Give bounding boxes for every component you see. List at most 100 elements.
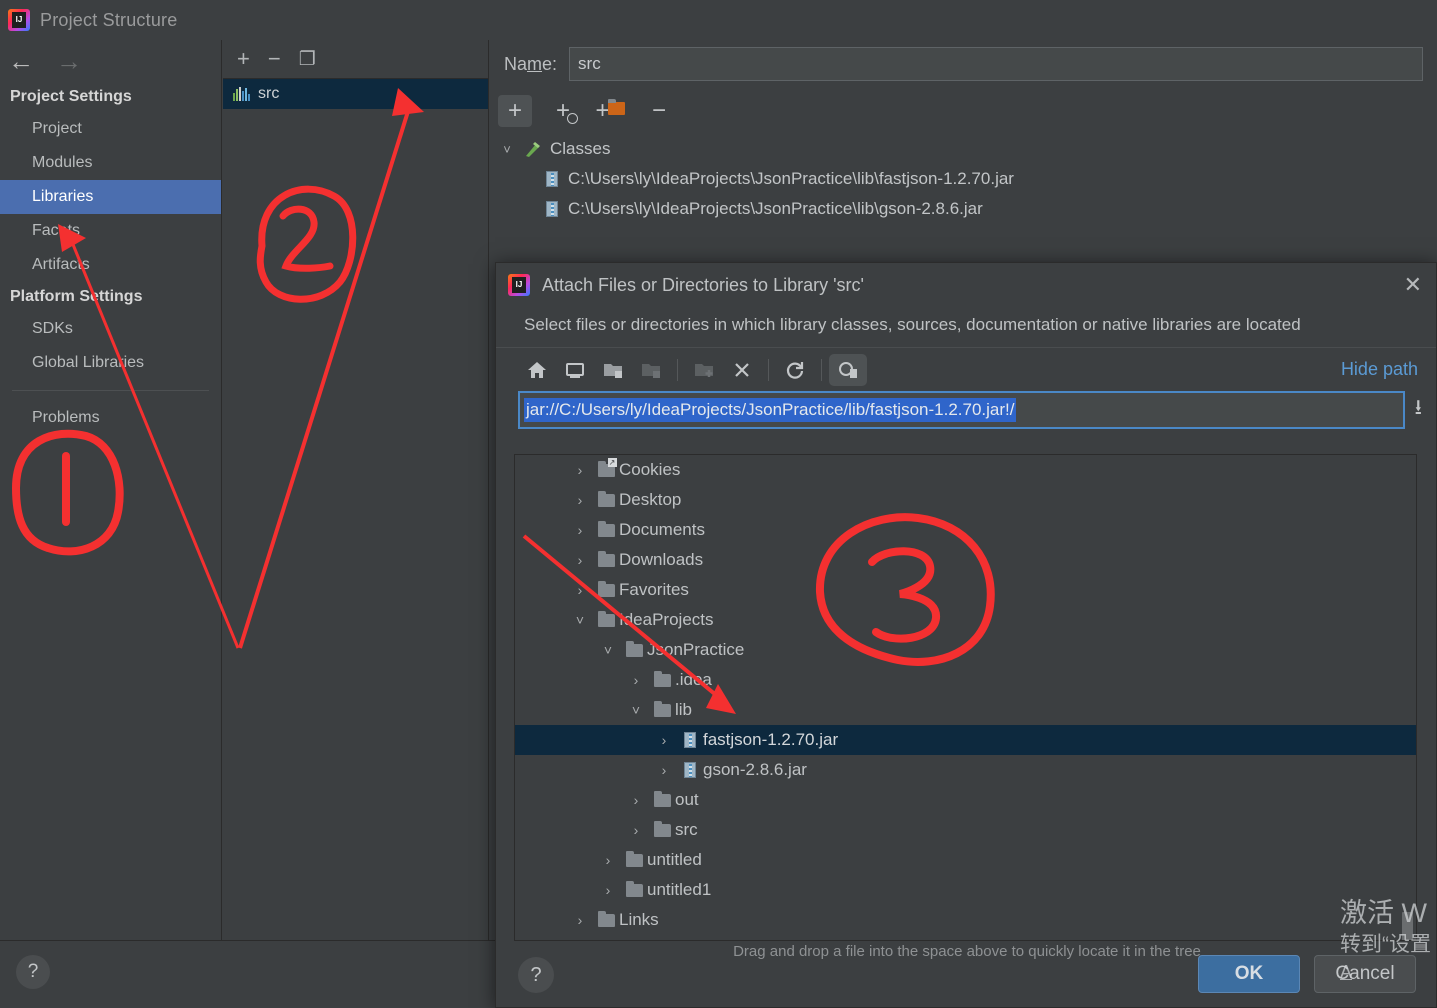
tree-row-label: IdeaProjects	[619, 610, 714, 629]
tree-row[interactable]: › Links	[515, 905, 1416, 935]
tree-row[interactable]: › Downloads	[515, 545, 1416, 575]
help-button[interactable]: ?	[16, 955, 50, 989]
ok-button[interactable]: OK	[1198, 955, 1300, 993]
tree-row[interactable]: › ↗ Cookies	[515, 455, 1416, 485]
sidebar-item-artifacts[interactable]: Artifacts	[0, 248, 221, 282]
project-settings-group-title: Project Settings	[10, 88, 132, 105]
delete-icon[interactable]	[723, 354, 761, 386]
chevron-right-icon[interactable]: ›	[567, 522, 593, 538]
sidebar-item-global-libraries[interactable]: Global Libraries	[0, 346, 221, 380]
tree-row-label: fastjson-1.2.70.jar	[703, 730, 839, 749]
libraries-toolbar: + − ❐	[223, 40, 488, 78]
chevron-right-icon[interactable]: ›	[595, 852, 621, 868]
libraries-list: src	[223, 78, 488, 109]
sidebar-item-modules[interactable]: Modules	[0, 146, 221, 180]
tree-row[interactable]: › Documents	[515, 515, 1416, 545]
page-title: Project Structure	[40, 9, 178, 30]
remove-entry-button[interactable]: −	[642, 95, 676, 127]
tree-row-label: out	[675, 790, 699, 809]
tree-row[interactable]: › untitled	[515, 845, 1416, 875]
chevron-right-icon[interactable]: ›	[651, 732, 677, 748]
list-item[interactable]: src	[223, 79, 488, 109]
chevron-right-icon[interactable]: ›	[623, 822, 649, 838]
chevron-down-icon[interactable]: ˅	[623, 702, 649, 718]
library-name-input[interactable]: src	[569, 47, 1423, 81]
tree-row-label: untitled1	[647, 880, 712, 899]
project-structure-titlebar: Project Structure	[0, 0, 1437, 40]
sidebar-item-facets[interactable]: Facets	[0, 214, 221, 248]
project-folder-icon[interactable]	[594, 354, 632, 386]
path-input-value: jar://C:/Users/ly/IdeaProjects/JsonPract…	[524, 398, 1017, 422]
file-tree[interactable]: › ↗ Cookies › Desktop › Documents › Down…	[514, 454, 1417, 941]
chevron-right-icon[interactable]: ›	[595, 882, 621, 898]
tree-scrollbar[interactable]	[1402, 912, 1413, 940]
chevron-right-icon[interactable]: ›	[567, 462, 593, 478]
tree-row[interactable]: › out	[515, 785, 1416, 815]
refresh-icon[interactable]	[776, 354, 814, 386]
chevron-down-icon[interactable]: ˅	[500, 142, 514, 157]
folder-shortcut-icon: ↗	[593, 457, 619, 477]
tree-row[interactable]: › src	[515, 815, 1416, 845]
tree-row[interactable]: › gson-2.8.6.jar	[515, 755, 1416, 785]
chevron-down-icon[interactable]: ˅	[567, 612, 593, 628]
folder-icon	[593, 520, 619, 537]
remove-library-button[interactable]: −	[268, 48, 281, 70]
sidebar-item-sdks[interactable]: SDKs	[0, 312, 221, 346]
folder-icon	[621, 640, 647, 657]
home-icon[interactable]	[518, 354, 556, 386]
help-button[interactable]: ?	[518, 957, 554, 993]
chevron-right-icon[interactable]: ›	[567, 492, 593, 508]
tree-row[interactable]: ˅ IdeaProjects	[515, 605, 1416, 635]
folder-badge-icon	[607, 98, 625, 115]
arrow-right-icon[interactable]: →	[56, 48, 82, 74]
add-sources-button[interactable]: +	[546, 95, 580, 127]
class-path-row[interactable]: C:\Users\ly\IdeaProjects\JsonPractice\li…	[490, 194, 1437, 224]
chevron-right-icon[interactable]: ›	[623, 792, 649, 808]
tree-row[interactable]: ˅ lib	[515, 695, 1416, 725]
tree-row[interactable]: › untitled1	[515, 875, 1416, 905]
platform-settings-group-title: Platform Settings	[10, 288, 143, 305]
chevron-right-icon[interactable]: ›	[623, 672, 649, 688]
dialog-titlebar: Attach Files or Directories to Library '…	[496, 263, 1436, 307]
arrow-left-icon[interactable]: ←	[8, 48, 34, 74]
sidebar-divider	[12, 390, 209, 391]
class-path-label: C:\Users\ly\IdeaProjects\JsonPractice\li…	[568, 169, 1014, 188]
copy-library-button[interactable]: ❐	[299, 50, 316, 69]
cancel-button[interactable]: Cancel	[1314, 955, 1416, 993]
path-input[interactable]: jar://C:/Users/ly/IdeaProjects/JsonPract…	[518, 391, 1405, 429]
tree-row[interactable]: › Desktop	[515, 485, 1416, 515]
tree-row-label: JsonPractice	[647, 640, 745, 659]
classes-hammer-icon	[526, 142, 540, 157]
add-classes-button[interactable]: +	[498, 95, 532, 127]
folder-icon	[593, 610, 619, 627]
chevron-right-icon[interactable]: ›	[567, 552, 593, 568]
library-entries-toolbar: + + + −	[490, 88, 1437, 134]
tree-row[interactable]: › Favorites	[515, 575, 1416, 605]
tree-row[interactable]: › fastjson-1.2.70.jar	[515, 725, 1416, 755]
show-hidden-files-icon[interactable]	[829, 353, 867, 386]
chevron-down-icon[interactable]: ˅	[595, 642, 621, 658]
new-folder-icon	[685, 354, 723, 386]
sidebar-item-libraries[interactable]: Libraries	[0, 180, 221, 214]
sidebar-item-project[interactable]: Project	[0, 112, 221, 146]
tree-row[interactable]: › .idea	[515, 665, 1416, 695]
download-arrow-icon[interactable]: ⭳	[1415, 393, 1422, 428]
tree-row[interactable]: ˅ JsonPractice	[515, 635, 1416, 665]
classes-tree-node[interactable]: ˅ Classes	[490, 134, 1437, 164]
folder-icon	[649, 820, 675, 837]
libraries-list-panel: + − ❐ src	[223, 40, 489, 940]
chevron-right-icon[interactable]: ›	[567, 582, 593, 598]
chevron-right-icon[interactable]: ›	[567, 912, 593, 928]
add-native-button[interactable]: +	[594, 95, 628, 127]
class-path-row[interactable]: C:\Users\ly\IdeaProjects\JsonPractice\li…	[490, 164, 1437, 194]
tree-row-label: src	[675, 820, 698, 839]
tree-row-label: gson-2.8.6.jar	[703, 760, 807, 779]
hide-path-link[interactable]: Hide path	[1341, 359, 1418, 380]
add-library-button[interactable]: +	[237, 48, 250, 70]
tree-row-label: lib	[675, 700, 693, 719]
close-icon[interactable]: ✕	[1404, 272, 1422, 298]
sidebar-item-problems[interactable]: Problems	[0, 401, 221, 435]
chevron-right-icon[interactable]: ›	[651, 762, 677, 778]
tree-row-label: Desktop	[619, 490, 682, 509]
desktop-icon[interactable]	[556, 354, 594, 386]
